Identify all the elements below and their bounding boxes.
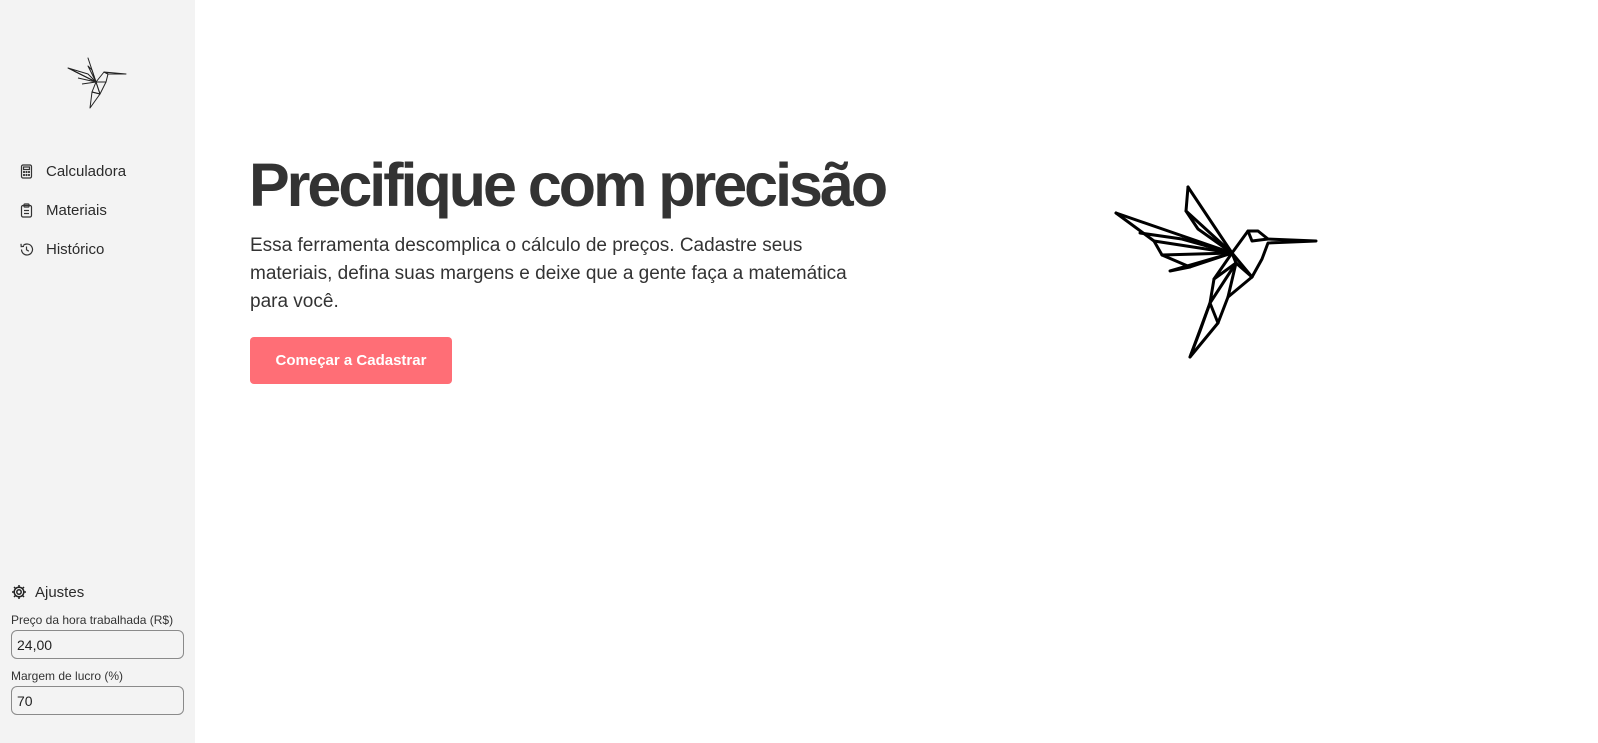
hummingbird-illustration-icon <box>1110 183 1322 363</box>
settings-heading: Ajustes <box>11 582 184 602</box>
profit-margin-input[interactable] <box>11 686 184 715</box>
sidebar-nav: Calculadora Materiais Histórico <box>0 152 195 269</box>
sidebar-item-label: Materiais <box>46 202 107 219</box>
history-icon <box>19 242 34 257</box>
page-title: Precifique com precisão <box>249 151 888 219</box>
gear-icon <box>11 584 27 600</box>
settings-title: Ajustes <box>35 583 85 601</box>
hour-price-input[interactable] <box>11 630 184 659</box>
hour-price-label: Preço da hora trabalhada (R$) <box>11 613 174 627</box>
calculator-icon <box>19 164 34 179</box>
sidebar-item-calculadora[interactable]: Calculadora <box>0 152 195 191</box>
hummingbird-logo-icon[interactable] <box>66 56 128 110</box>
hero-description: Essa ferramenta descomplica o cálculo de… <box>250 235 847 312</box>
clipboard-icon <box>19 203 34 218</box>
settings-panel: Ajustes Preço da hora trabalhada (R$) Ma… <box>11 582 184 715</box>
sidebar: Calculadora Materiais Histórico Ajustes … <box>0 0 195 743</box>
sidebar-item-label: Histórico <box>46 241 105 258</box>
sidebar-item-materiais[interactable]: Materiais <box>0 191 195 230</box>
profit-margin-label: Margem de lucro (%) <box>11 669 124 683</box>
sidebar-item-label: Calculadora <box>46 163 127 180</box>
sidebar-item-historico[interactable]: Histórico <box>0 230 195 269</box>
start-register-button[interactable]: Começar a Cadastrar <box>250 337 452 384</box>
